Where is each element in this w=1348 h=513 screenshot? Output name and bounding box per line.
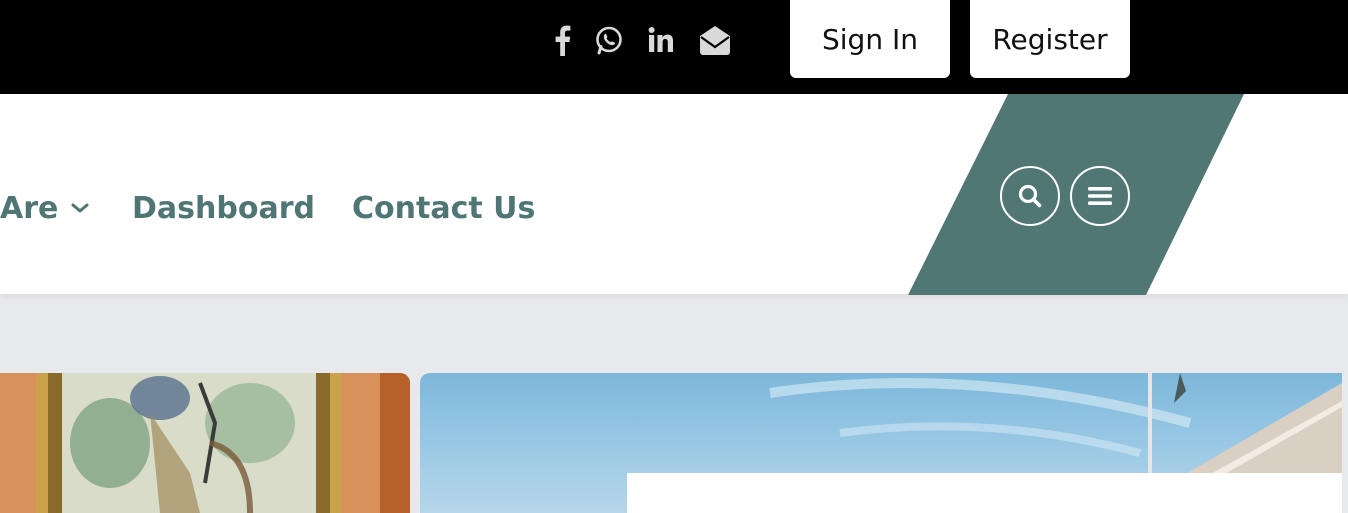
sign-in-button[interactable]: Sign In (790, 0, 950, 78)
hamburger-menu-icon (1088, 187, 1112, 205)
linkedin-icon[interactable] (644, 22, 678, 58)
whatsapp-icon[interactable] (592, 22, 626, 58)
search-button[interactable] (1000, 166, 1060, 226)
register-button[interactable]: Register (970, 0, 1130, 78)
chevron-down-icon (71, 203, 89, 213)
nav-item-who-we-are[interactable]: Are (0, 188, 90, 228)
menu-button[interactable] (1070, 166, 1130, 226)
nav-item-dashboard[interactable]: Dashboard (132, 188, 315, 228)
email-icon[interactable] (696, 22, 734, 58)
nav-item-contact-us[interactable]: Contact Us (352, 188, 535, 228)
nav-item-label: Are (0, 190, 59, 226)
top-bar: Sign In Register (0, 0, 1348, 94)
content-panel (627, 473, 1342, 513)
painting-image (0, 373, 410, 513)
facebook-icon[interactable] (548, 22, 576, 58)
search-icon (1018, 184, 1042, 208)
